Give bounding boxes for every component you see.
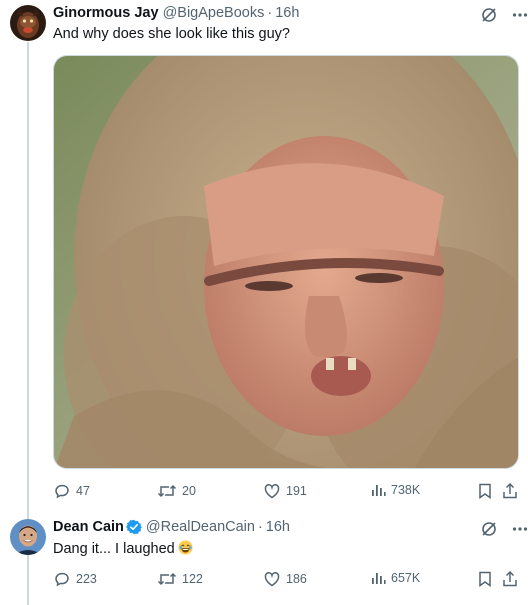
tweet2-text-content: Dang it... I laughed — [53, 541, 175, 557]
reply-button[interactable]: 47 — [53, 482, 90, 500]
views-icon — [372, 573, 386, 584]
reply-icon — [55, 572, 69, 587]
repost-button[interactable]: 122 — [157, 570, 203, 588]
views-count: 657K — [391, 571, 421, 585]
more-icon[interactable] — [512, 6, 528, 29]
reply-icon — [55, 484, 69, 499]
verified-badge-icon — [125, 519, 142, 535]
laughing-emoji-icon — [178, 540, 193, 555]
repost-count: 20 — [182, 484, 196, 498]
tweet-photo-image — [54, 56, 518, 468]
display-name[interactable]: Dean Cain — [53, 519, 124, 535]
share-icon — [503, 482, 517, 499]
like-button[interactable]: 186 — [263, 570, 307, 588]
reply-button[interactable]: 223 — [53, 570, 97, 588]
tweet1-header: Ginormous Jay @BigApeBooks · 16h — [53, 5, 299, 21]
like-icon — [264, 484, 280, 499]
user-handle[interactable]: @BigApeBooks — [163, 5, 265, 21]
repost-count: 122 — [182, 572, 203, 586]
display-name[interactable]: Ginormous Jay — [53, 5, 159, 21]
tweet1-action-bar: 47 20 191 738K — [53, 482, 519, 502]
views-button[interactable]: 738K — [370, 482, 420, 498]
repost-button[interactable]: 20 — [157, 482, 196, 500]
bookmark-button[interactable] — [477, 482, 493, 500]
like-button[interactable]: 191 — [263, 482, 307, 500]
share-button[interactable] — [502, 482, 518, 500]
user-handle[interactable]: @RealDeanCain — [146, 519, 255, 535]
separator-dot: · — [267, 5, 273, 21]
tweet-photo[interactable] — [53, 55, 519, 469]
tweet2-header: Dean Cain @RealDeanCain · 16h — [53, 519, 290, 535]
avatar-dean-cain[interactable] — [10, 519, 46, 555]
more-icon[interactable] — [512, 520, 528, 543]
share-button[interactable] — [502, 570, 518, 588]
timestamp[interactable]: 16h — [266, 519, 290, 535]
tweet2-top-actions — [480, 520, 528, 543]
timestamp[interactable]: 16h — [275, 5, 299, 21]
repost-icon — [157, 572, 177, 586]
bookmark-icon — [479, 571, 491, 587]
reply-count: 223 — [76, 572, 97, 586]
repost-icon — [157, 484, 177, 498]
tweet2-text: Dang it... I laughed — [53, 540, 193, 557]
separator-dot: · — [257, 519, 263, 535]
avatar-ginormous-jay[interactable] — [10, 5, 46, 41]
grok-icon[interactable] — [480, 520, 498, 543]
views-count: 738K — [391, 483, 421, 497]
bookmark-button[interactable] — [477, 570, 493, 588]
like-count: 191 — [286, 484, 307, 498]
bookmark-icon — [479, 483, 491, 499]
grok-icon[interactable] — [480, 6, 498, 29]
tweet1-top-actions — [480, 6, 528, 29]
tweet2-action-bar: 223 122 186 657K — [53, 570, 519, 590]
like-icon — [264, 572, 280, 587]
like-count: 186 — [286, 572, 307, 586]
reply-count: 47 — [76, 484, 90, 498]
share-icon — [503, 570, 517, 587]
views-button[interactable]: 657K — [370, 570, 420, 586]
views-icon — [372, 485, 386, 496]
tweet1-text: And why does she look like this guy? — [53, 26, 290, 42]
